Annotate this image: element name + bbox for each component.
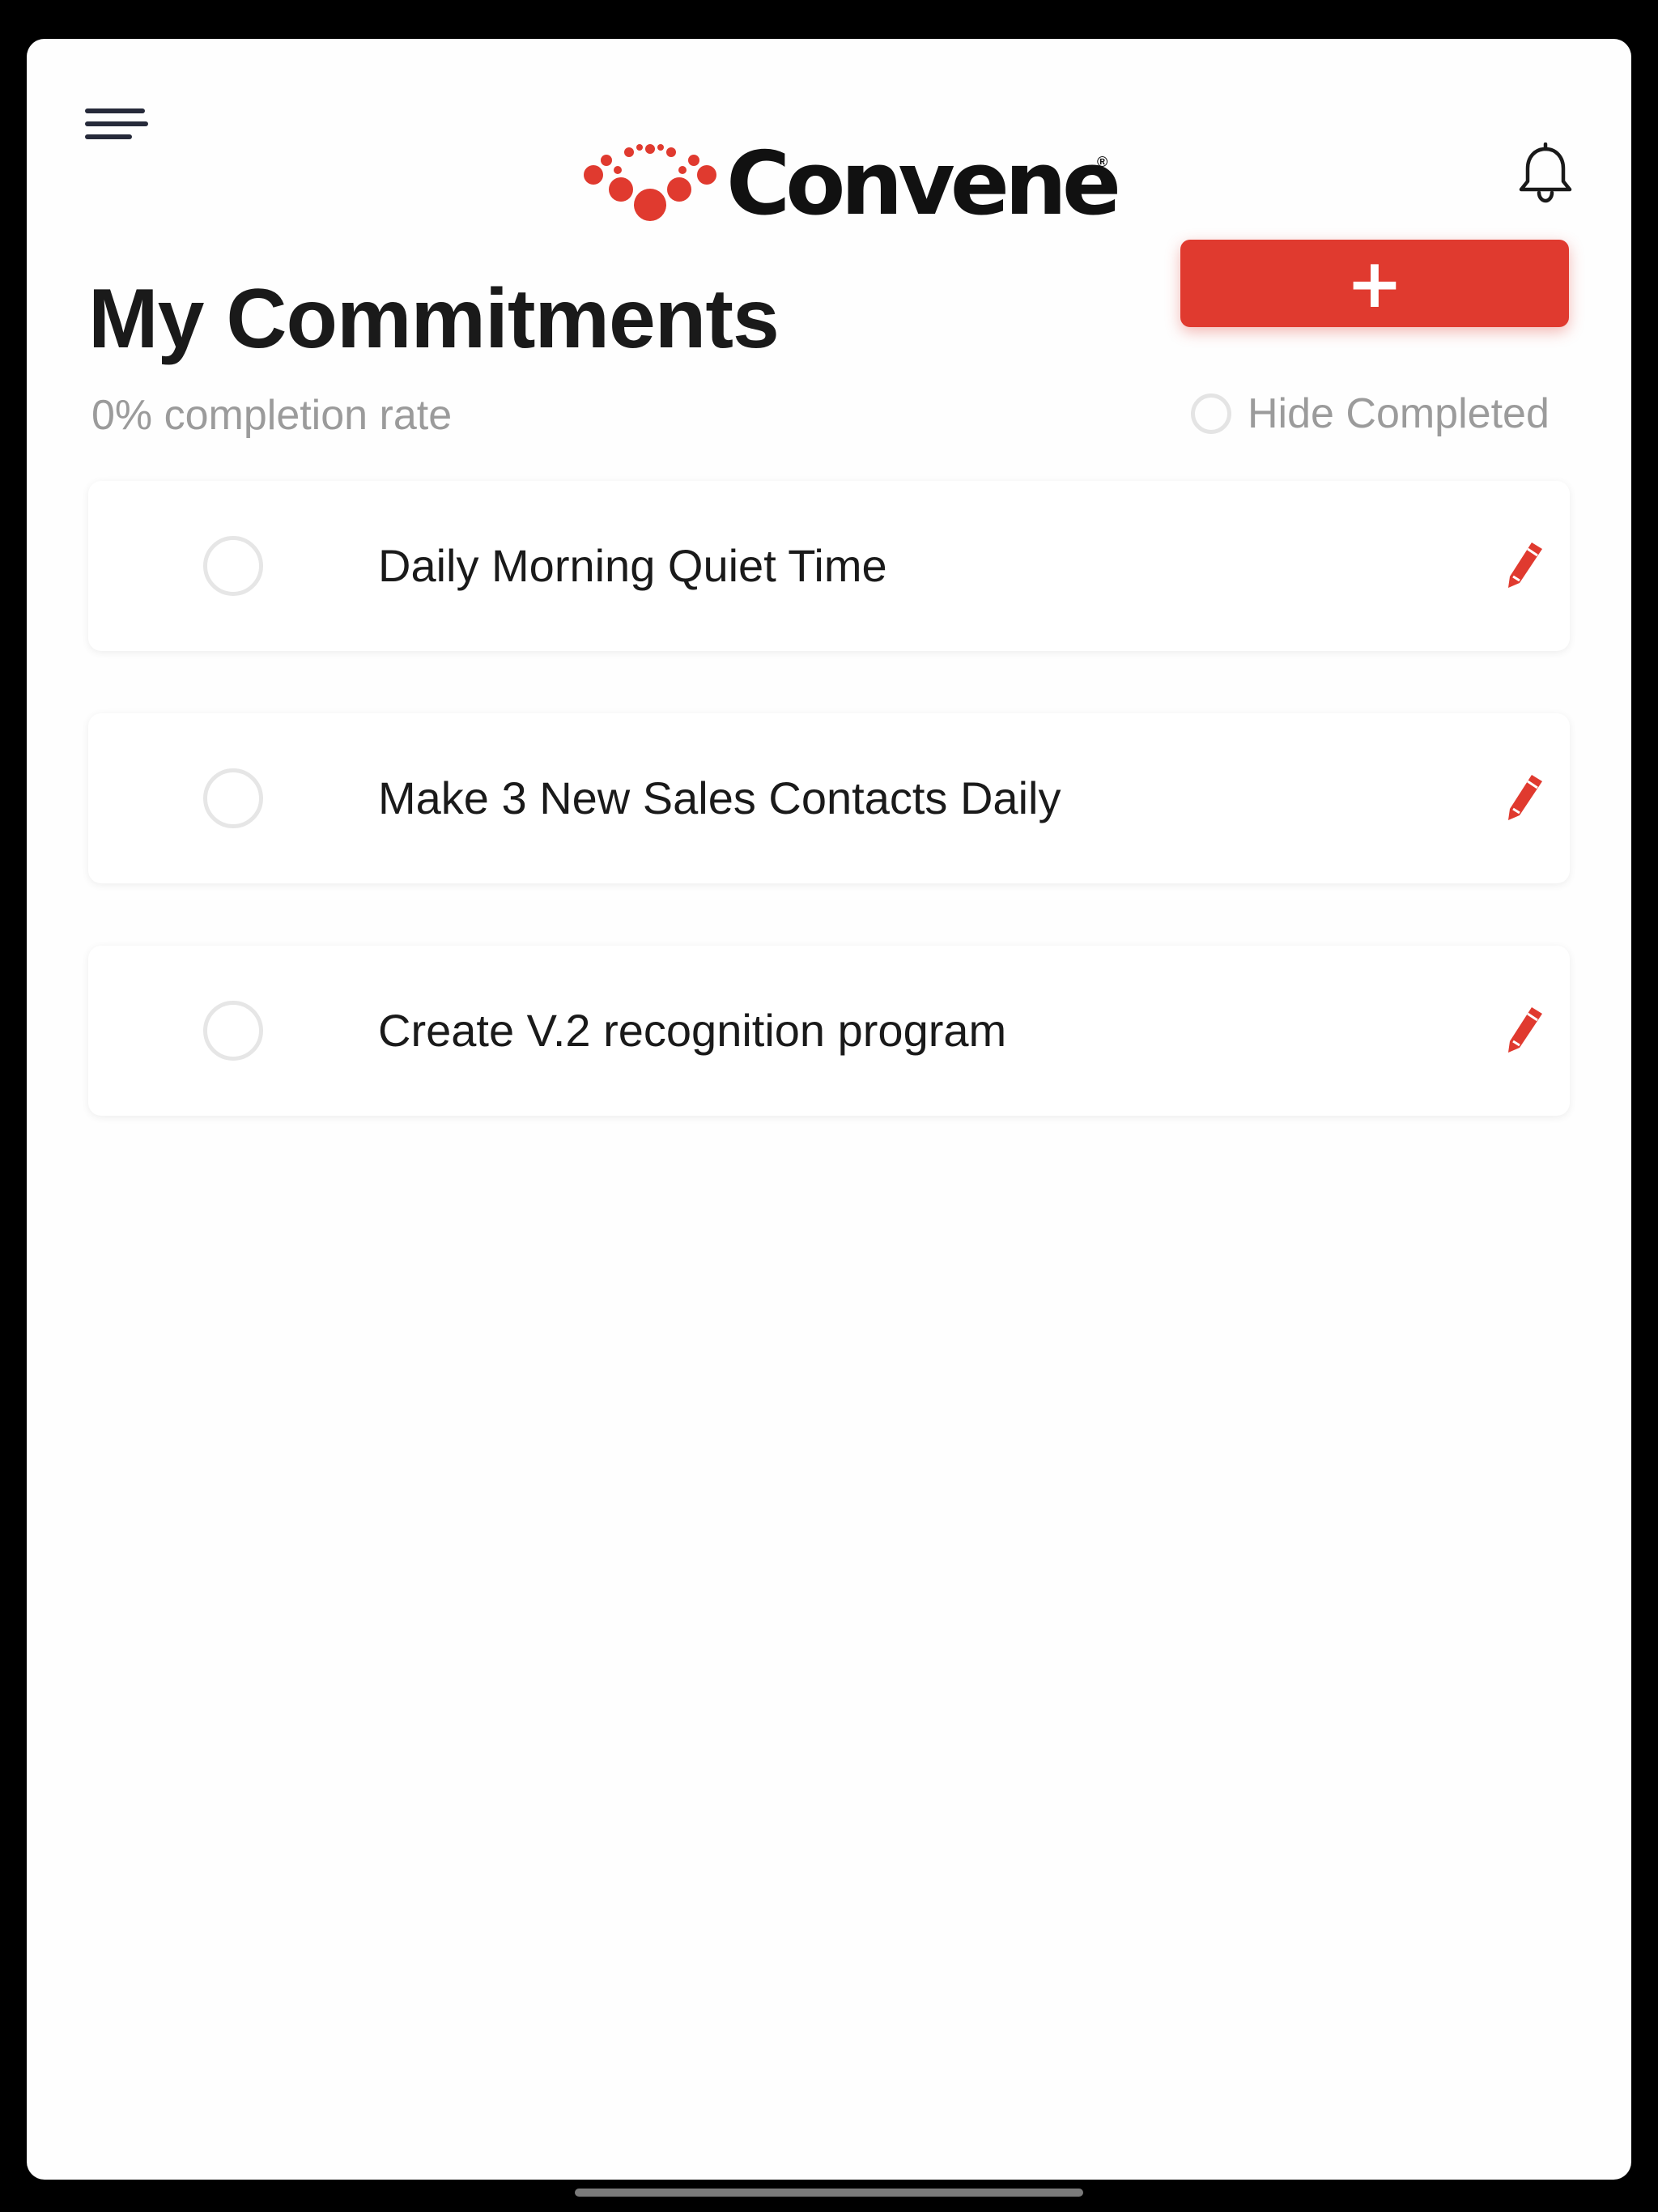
pencil-icon-graphic — [1508, 542, 1542, 588]
commitment-item[interactable]: Create V.2 recognition program — [88, 946, 1570, 1116]
pencil-icon[interactable] — [1495, 1002, 1552, 1059]
bell-icon[interactable] — [1513, 142, 1578, 207]
home-indicator[interactable] — [575, 2189, 1083, 2197]
pencil-icon-graphic — [1508, 775, 1542, 820]
menu-line-2 — [85, 121, 148, 126]
hamburger-menu-icon[interactable] — [85, 108, 166, 173]
logo-wordmark: Convene — [726, 134, 1121, 235]
completion-rate: 0% completion rate — [91, 392, 453, 439]
pencil-icon[interactable] — [1495, 538, 1552, 594]
page-title: My Commitments — [88, 272, 780, 366]
commitment-label: Make 3 New Sales Contacts Daily — [378, 772, 1061, 823]
convene-logo-mark-icon — [584, 144, 716, 221]
menu-line-1 — [85, 108, 145, 113]
commitment-checkbox[interactable] — [203, 768, 263, 828]
commitment-item[interactable]: Daily Morning Quiet Time — [88, 481, 1570, 651]
bell-icon-graphic — [1519, 142, 1572, 203]
hide-completed-toggle[interactable]: Hide Completed — [1191, 385, 1550, 442]
commitment-list: Daily Morning Quiet Time Make 3 New Sale… — [88, 481, 1570, 1178]
logo-registered-mark: ® — [1097, 154, 1108, 170]
pencil-icon[interactable] — [1495, 770, 1552, 827]
commitment-checkbox[interactable] — [203, 536, 263, 596]
hide-completed-radio[interactable] — [1191, 393, 1231, 434]
convene-logo: Convene ® — [582, 134, 1121, 235]
menu-line-3 — [85, 134, 132, 139]
pencil-icon-graphic — [1508, 1007, 1542, 1053]
commitment-label: Create V.2 recognition program — [378, 1005, 1007, 1056]
add-commitment-button[interactable]: + — [1180, 240, 1569, 327]
app-screen: Convene ® My Commitments + 0% completion… — [27, 39, 1631, 2180]
commitment-item[interactable]: Make 3 New Sales Contacts Daily — [88, 713, 1570, 883]
commitment-label: Daily Morning Quiet Time — [378, 540, 887, 591]
device-frame: Convene ® My Commitments + 0% completion… — [0, 0, 1658, 2212]
hide-completed-label: Hide Completed — [1248, 390, 1550, 437]
commitment-checkbox[interactable] — [203, 1001, 263, 1061]
